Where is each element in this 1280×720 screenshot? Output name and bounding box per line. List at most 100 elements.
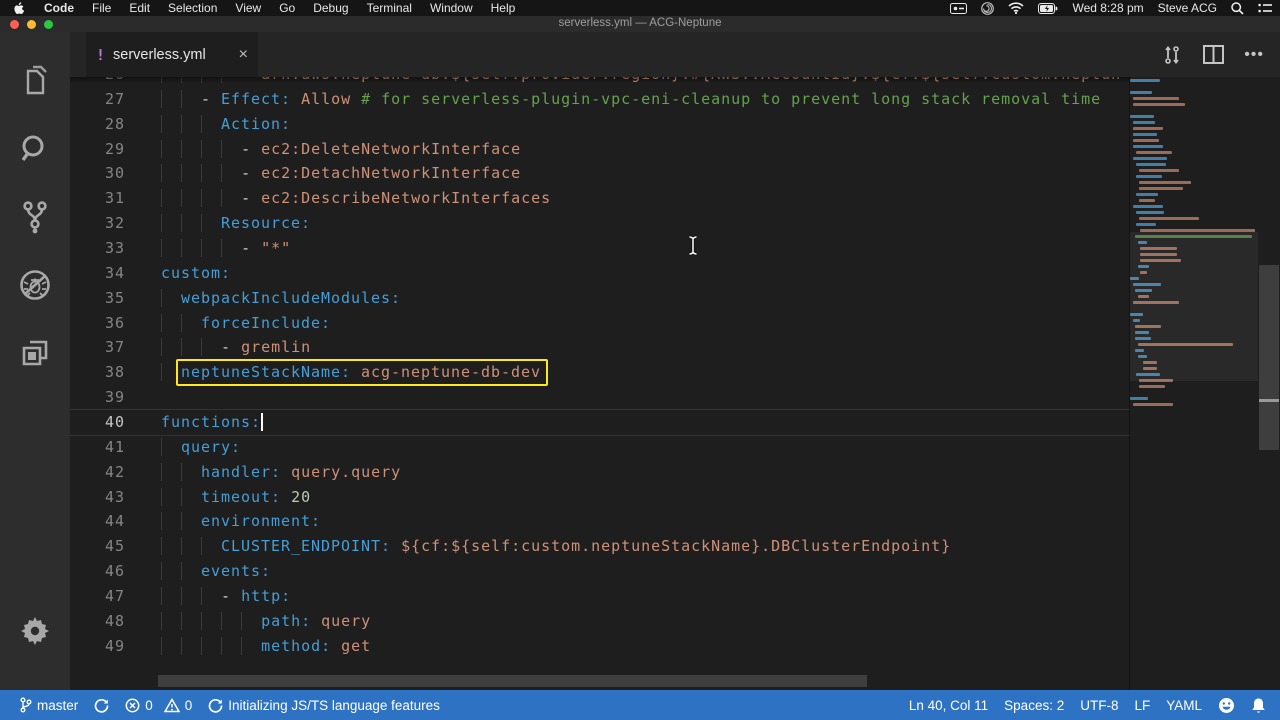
code-line-49[interactable]: 49 method: get <box>70 634 1130 659</box>
line-number: 43 <box>104 487 125 506</box>
horizontal-scrollbar-thumb[interactable] <box>158 675 867 687</box>
tab-label: serverless.yml <box>113 46 206 63</box>
language-mode[interactable]: YAML <box>1158 698 1210 713</box>
line-number: 31 <box>104 189 125 208</box>
menu-clock[interactable]: Wed 8:28 pm <box>1072 1 1143 15</box>
notification-center-icon[interactable] <box>1258 3 1272 14</box>
problems-indicator[interactable]: 0 0 <box>117 698 200 713</box>
search-icon[interactable] <box>0 118 70 180</box>
line-number: 41 <box>104 437 125 456</box>
menu-item-help[interactable]: Help <box>482 1 525 15</box>
code-line-28[interactable]: 28 Action: <box>70 112 1130 137</box>
language-features-status[interactable]: Initializing JS/TS language features <box>200 698 448 713</box>
yaml-file-icon: ! <box>96 45 106 64</box>
notifications-bell-icon[interactable] <box>1243 697 1268 714</box>
open-changes-icon[interactable] <box>1161 44 1183 66</box>
minimap[interactable] <box>1130 77 1258 690</box>
code-line-36[interactable]: 36 forceInclude: <box>70 311 1130 336</box>
vertical-scrollbar[interactable] <box>1258 77 1280 690</box>
tab-close-icon[interactable]: × <box>239 46 248 63</box>
code-line-43[interactable]: 43 timeout: 20 <box>70 485 1130 510</box>
line-number: 35 <box>104 288 125 307</box>
macos-menu-bar: Code File Edit Selection View Go Debug Terminal… <box>0 0 1280 16</box>
menu-item-view[interactable]: View <box>226 1 270 15</box>
menu-item-go[interactable]: Go <box>270 1 304 15</box>
extensions-icon[interactable] <box>0 322 70 384</box>
code-line-33[interactable]: 33 - "*" <box>70 236 1130 261</box>
mouse-ibeam-cursor <box>687 235 699 261</box>
line-number: 27 <box>104 89 125 108</box>
cursor-position[interactable]: Ln 40, Col 11 <box>901 698 996 713</box>
line-number: 32 <box>104 214 125 233</box>
menu-item-debug[interactable]: Debug <box>304 1 357 15</box>
code-line-39[interactable]: 39 <box>70 385 1130 410</box>
line-number: 46 <box>104 562 125 581</box>
source-control-icon[interactable] <box>0 186 70 248</box>
code-line-37[interactable]: 37 - gremlin <box>70 335 1130 360</box>
line-number: 36 <box>104 313 125 332</box>
split-editor-icon[interactable] <box>1203 45 1225 64</box>
settings-gear-icon[interactable] <box>0 600 70 662</box>
line-number: 45 <box>104 537 125 556</box>
line-number: 30 <box>104 164 125 183</box>
line-number: 47 <box>104 587 125 606</box>
menu-item-window[interactable]: Window <box>421 1 482 15</box>
code-line-46[interactable]: 46 events: <box>70 559 1130 584</box>
menu-item-code[interactable]: Code <box>35 1 83 15</box>
explorer-icon[interactable] <box>0 50 70 112</box>
battery-icon[interactable] <box>1038 2 1058 14</box>
overview-ruler-mark <box>1259 399 1279 402</box>
encoding-setting[interactable]: UTF-8 <box>1072 698 1126 713</box>
apple-menu-icon[interactable] <box>14 1 25 15</box>
code-line-48[interactable]: 48 path: query <box>70 609 1130 634</box>
code-line-44[interactable]: 44 environment: <box>70 509 1130 534</box>
line-number: 48 <box>104 611 125 630</box>
line-number: 37 <box>104 338 125 357</box>
menu-user[interactable]: Steve ACG <box>1158 1 1217 15</box>
line-number: 40 <box>104 413 125 432</box>
menu-items: Code File Edit Selection View Go Debug Terminal… <box>35 1 524 15</box>
code-line-27[interactable]: 27 - Effect: Allow # for serverless-plug… <box>70 87 1130 112</box>
spotlight-search-icon[interactable] <box>1231 1 1244 15</box>
warning-count: 0 <box>184 697 193 713</box>
code-line-41[interactable]: 41 query: <box>70 435 1130 460</box>
code-line-32[interactable]: 32 Resource: <box>70 211 1130 236</box>
git-branch-indicator[interactable]: master <box>12 697 86 713</box>
code-line-38[interactable]: 38 neptuneStackName: acg-neptune-db-dev <box>70 358 1130 386</box>
git-branch-icon <box>20 697 32 713</box>
code-line-42[interactable]: 42 handler: query.query <box>70 460 1130 485</box>
menu-item-terminal[interactable]: Terminal <box>358 1 421 15</box>
line-number: 42 <box>104 462 125 481</box>
code-line-34[interactable]: 34 custom: <box>70 261 1130 286</box>
editor[interactable]: 26 - arn:aws:neptune-db:${self:provider.… <box>70 77 1280 690</box>
line-number: 39 <box>104 388 125 407</box>
tab-bar: ! serverless.yml × ••• <box>70 32 1280 77</box>
minimap-slider[interactable] <box>1130 232 1258 381</box>
wifi-icon[interactable] <box>1008 2 1025 14</box>
window-title: serverless.yml — ACG-Neptune <box>558 17 722 29</box>
indentation-setting[interactable]: Spaces: 2 <box>996 698 1072 713</box>
tab-serverless-yml[interactable]: ! serverless.yml × <box>86 32 258 77</box>
spiral-icon[interactable] <box>981 1 995 15</box>
code-line-35[interactable]: 35 webpackIncludeModules: <box>70 286 1130 311</box>
sync-button[interactable] <box>86 698 117 713</box>
screen-recording-icon[interactable] <box>950 2 968 14</box>
feedback-smiley-icon[interactable] <box>1210 697 1243 714</box>
line-number: 44 <box>104 512 125 531</box>
debug-disabled-icon[interactable] <box>0 254 70 316</box>
menu-item-edit[interactable]: Edit <box>120 1 159 15</box>
code-line-47[interactable]: 47 - http: <box>70 584 1130 609</box>
code-line-29[interactable]: 29 - ec2:DeleteNetworkInterface <box>70 137 1130 162</box>
eol-setting[interactable]: LF <box>1126 698 1158 713</box>
error-count: 0 <box>145 697 153 713</box>
code-line-31[interactable]: 31 - ec2:DescribeNetworkInterfaces <box>70 186 1130 211</box>
code-line-30[interactable]: 30 - ec2:DetachNetworkInterface <box>70 161 1130 186</box>
code-line-40[interactable]: 40 functions: <box>70 410 1130 435</box>
status-bar: master 0 0 Initializing JS/TS language f… <box>0 690 1280 720</box>
menu-item-selection[interactable]: Selection <box>159 1 226 15</box>
window-title-bar: serverless.yml — ACG-Neptune <box>0 16 1280 32</box>
menu-item-file[interactable]: File <box>83 1 120 15</box>
more-actions-icon[interactable]: ••• <box>1244 46 1264 64</box>
code-line-45[interactable]: 45 CLUSTER_ENDPOINT: ${cf:${self:custom.… <box>70 534 1130 559</box>
vertical-scrollbar-thumb[interactable] <box>1259 265 1279 450</box>
